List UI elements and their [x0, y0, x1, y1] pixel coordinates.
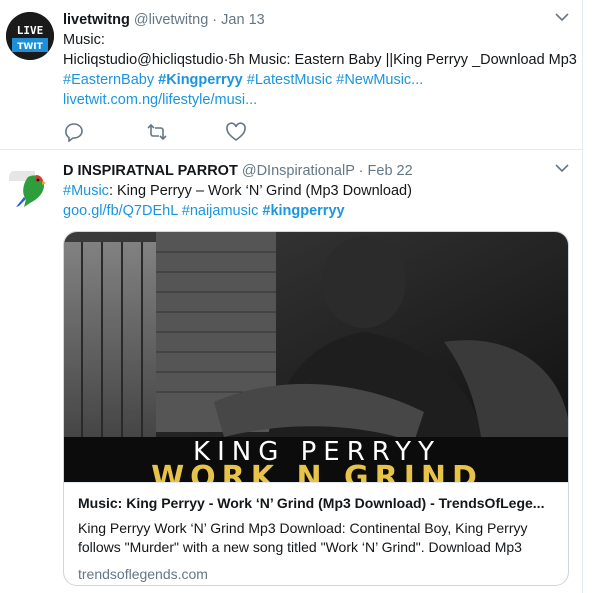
reply-icon[interactable] [63, 122, 85, 142]
hashtag-music[interactable]: #Music [63, 183, 109, 199]
tweet-text-line: Music: [63, 32, 105, 48]
display-name[interactable]: D INSPIRATNAL PARROT [63, 163, 238, 179]
cover-title-text: WORK N GRIND [151, 460, 483, 482]
hashtag-kingperryy[interactable]: #kingperryy [262, 203, 344, 219]
card-image-photo: KING PERRYY WORK N GRIND [64, 232, 568, 482]
tweet-text-rest: : King Perryy – Work ‘N’ Grind (Mp3 Down… [108, 183, 412, 199]
separator: · [212, 12, 218, 28]
like-icon[interactable] [225, 122, 247, 142]
tweet-header: livetwitng @livetwitng · Jan 13 [63, 10, 567, 30]
hashtag-kingperryy-text: #kingperryy [262, 203, 345, 219]
tweet[interactable]: D INSPIRATNAL PARROT @DInspirationalP · … [0, 151, 583, 593]
card-image[interactable]: KING PERRYY WORK N GRIND [64, 232, 568, 482]
hashtag-line: #EasternBaby #Kingperryy #LatestMusic #N… [63, 70, 567, 90]
user-handle[interactable]: @DInspirationalP [242, 163, 355, 179]
chevron-down-icon[interactable] [555, 12, 569, 22]
tweet-text-line: #Music: King Perryy – Work ‘N’ Grind (Mp… [63, 181, 567, 201]
avatar[interactable] [6, 163, 54, 211]
card-title[interactable]: Music: King Perryy - Work ‘N’ Grind (Mp3… [78, 493, 554, 513]
hashtag-kingperryy-text: #Kingperryy [158, 72, 243, 88]
separator: · [358, 163, 364, 179]
timestamp[interactable]: Feb 22 [368, 163, 413, 179]
parrot-avatar-image [6, 163, 54, 211]
link-line: goo.gl/fb/Q7DEhL #naijamusic #kingperryy [63, 201, 567, 221]
avatar[interactable]: LIVE TWIT [6, 12, 54, 60]
tweet[interactable]: LIVE TWIT livetwitng @livetwitng · Jan 1… [0, 0, 583, 150]
hashtag-kingperryy[interactable]: #Kingperryy [158, 72, 243, 88]
livetwit-logo: LIVE TWIT [6, 12, 54, 60]
tweet-content: D INSPIRATNAL PARROT @DInspirationalP · … [63, 161, 567, 221]
tweet-text-line: Hicliqstudio@hicliqstudio·5h Music: East… [63, 52, 577, 68]
hashtag-easternbaby[interactable]: #EasternBaby [63, 72, 154, 88]
retweet-icon[interactable] [146, 122, 168, 142]
tweet-text: Music: Hicliqstudio@hicliqstudio·5h Musi… [63, 30, 577, 110]
chevron-down-icon[interactable] [555, 163, 569, 173]
avatar-text-top: LIVE [17, 24, 44, 37]
tweet-text: #Music: King Perryy – Work ‘N’ Grind (Mp… [63, 181, 567, 221]
link-card[interactable]: KING PERRYY WORK N GRIND Music: King Per… [63, 231, 569, 586]
timeline: LIVE TWIT livetwitng @livetwitng · Jan 1… [0, 0, 583, 593]
tweet-link[interactable]: goo.gl/fb/Q7DEhL [63, 203, 178, 219]
avatar-text-bottom: TWIT [17, 42, 43, 52]
hashtag-newmusic[interactable]: #NewMusic... [336, 72, 423, 88]
tweet-header: D INSPIRATNAL PARROT @DInspirationalP · … [63, 161, 567, 181]
tweet-content: livetwitng @livetwitng · Jan 13 Music: H… [63, 10, 577, 110]
tweet-actions [63, 122, 363, 142]
hashtag-naijamusic[interactable]: #naijamusic [182, 203, 259, 219]
tweet-link[interactable]: livetwit.com.ng/lifestyle/musi... [63, 90, 567, 110]
card-description: King Perryy Work ‘N’ Grind Mp3 Download:… [78, 520, 528, 555]
card-body: Music: King Perryy - Work ‘N’ Grind (Mp3… [64, 482, 568, 585]
card-domain[interactable]: trendsoflegends.com [78, 565, 554, 584]
timestamp[interactable]: Jan 13 [221, 12, 265, 28]
hashtag-latestmusic[interactable]: #LatestMusic [247, 72, 332, 88]
display-name[interactable]: livetwitng [63, 12, 130, 28]
user-handle[interactable]: @livetwitng [134, 12, 208, 28]
